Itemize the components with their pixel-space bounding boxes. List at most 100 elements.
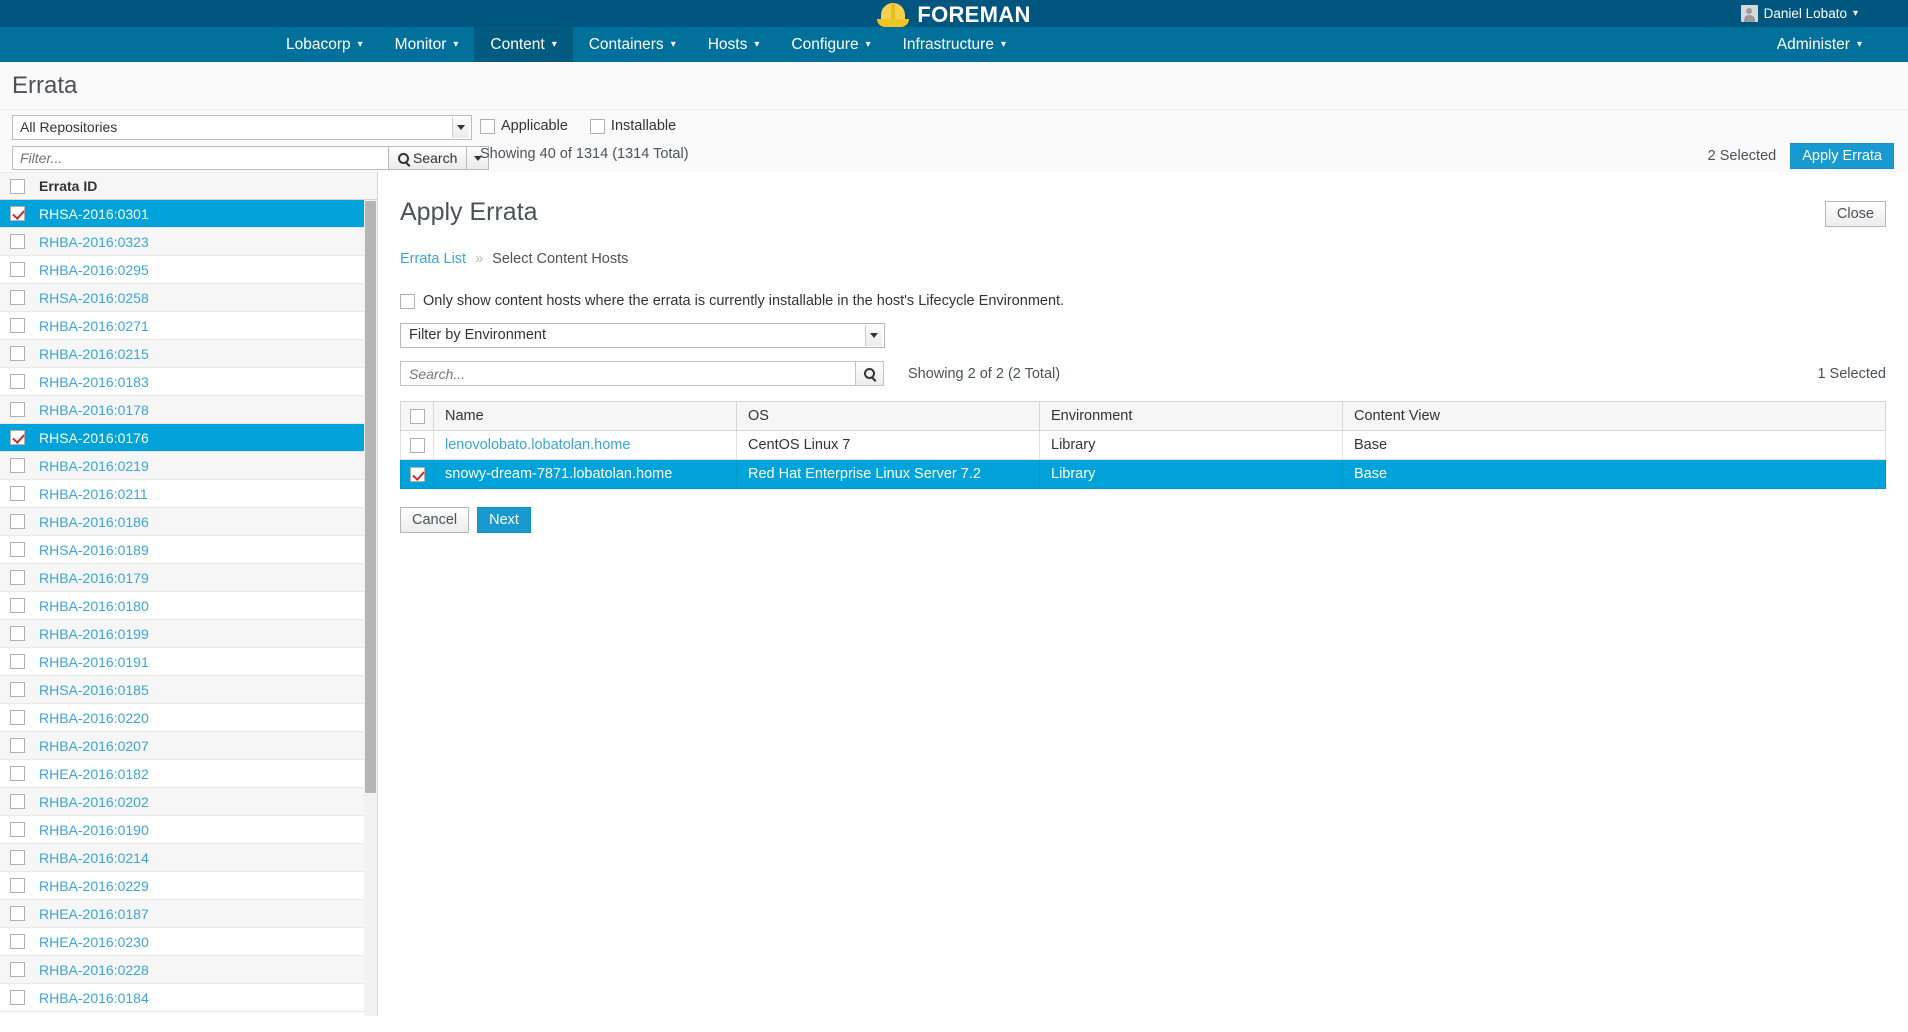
column-header-name[interactable]: Name (434, 402, 737, 431)
errata-item-checkbox[interactable] (10, 318, 25, 333)
errata-item-link[interactable]: RHBA-2016:0215 (39, 346, 149, 362)
errata-item-link[interactable]: RHEA-2016:0187 (39, 906, 149, 922)
repository-select[interactable]: All Repositories (12, 115, 472, 140)
hosts-select-all-checkbox[interactable] (410, 409, 425, 424)
errata-item-link[interactable]: RHBA-2016:0271 (39, 318, 149, 334)
apply-errata-button[interactable]: Apply Errata (1790, 143, 1894, 169)
errata-item-checkbox[interactable] (10, 486, 25, 501)
errata-list-item[interactable]: RHBA-2016:0228 (0, 956, 364, 984)
nav-item-hosts[interactable]: Hosts ▾ (692, 27, 776, 62)
errata-list-item[interactable]: RHSA-2016:0189 (0, 536, 364, 564)
breadcrumb-errata-list-link[interactable]: Errata List (400, 251, 466, 267)
nav-item-content[interactable]: Content ▾ (474, 27, 572, 62)
errata-list-item[interactable]: RHBA-2016:0178 (0, 396, 364, 424)
errata-item-checkbox[interactable] (10, 878, 25, 893)
errata-list-item[interactable]: RHBA-2016:0295 (0, 256, 364, 284)
nav-item-administer[interactable]: Administer ▾ (1761, 27, 1878, 62)
errata-list-item[interactable]: RHSA-2016:0301 (0, 200, 364, 228)
host-search-button[interactable] (855, 361, 884, 386)
errata-item-link[interactable]: RHBA-2016:0219 (39, 458, 149, 474)
host-row-checkbox[interactable] (410, 438, 425, 453)
errata-item-checkbox[interactable] (10, 850, 25, 865)
column-header-environment[interactable]: Environment (1040, 402, 1343, 431)
applicable-checkbox[interactable] (480, 119, 495, 134)
errata-list-item[interactable]: RHBA-2016:0271 (0, 312, 364, 340)
errata-item-link[interactable]: RHSA-2016:0258 (39, 290, 149, 306)
errata-item-link[interactable]: RHEA-2016:0230 (39, 934, 149, 950)
nav-item-containers[interactable]: Containers ▾ (573, 27, 692, 62)
errata-list-item[interactable]: RHBA-2016:0323 (0, 228, 364, 256)
errata-item-checkbox[interactable] (10, 458, 25, 473)
environment-select[interactable]: Filter by Environment (400, 323, 885, 348)
errata-item-checkbox[interactable] (10, 598, 25, 613)
errata-item-link[interactable]: RHBA-2016:0214 (39, 850, 149, 866)
errata-list-scrollbar-track[interactable] (364, 201, 377, 1016)
errata-item-link[interactable]: RHBA-2016:0229 (39, 878, 149, 894)
errata-item-checkbox[interactable] (10, 374, 25, 389)
errata-list-item[interactable]: RHBA-2016:0199 (0, 620, 364, 648)
errata-list-item[interactable]: RHBA-2016:0183 (0, 368, 364, 396)
errata-list-item[interactable]: RHBA-2016:0219 (0, 452, 364, 480)
errata-item-checkbox[interactable] (10, 290, 25, 305)
nav-item-lobacorp[interactable]: Lobacorp ▾ (270, 27, 379, 62)
errata-item-checkbox[interactable] (10, 514, 25, 529)
errata-item-link[interactable]: RHBA-2016:0323 (39, 234, 149, 250)
errata-item-checkbox[interactable] (10, 206, 25, 221)
errata-item-checkbox[interactable] (10, 738, 25, 753)
errata-list-item[interactable]: RHBA-2016:0215 (0, 340, 364, 368)
errata-item-checkbox[interactable] (10, 962, 25, 977)
brand-logo[interactable]: FOREMAN (877, 2, 1030, 28)
errata-item-checkbox[interactable] (10, 262, 25, 277)
errata-item-checkbox[interactable] (10, 626, 25, 641)
errata-item-link[interactable]: RHBA-2016:0179 (39, 570, 149, 586)
errata-item-checkbox[interactable] (10, 766, 25, 781)
errata-item-link[interactable]: RHSA-2016:0189 (39, 542, 149, 558)
errata-item-checkbox[interactable] (10, 906, 25, 921)
errata-item-link[interactable]: RHBA-2016:0202 (39, 794, 149, 810)
errata-list-item[interactable]: RHSA-2016:0185 (0, 676, 364, 704)
nav-item-monitor[interactable]: Monitor ▾ (379, 27, 475, 62)
errata-list-item[interactable]: RHEA-2016:0230 (0, 928, 364, 956)
errata-select-all-checkbox[interactable] (10, 179, 25, 194)
column-header-os[interactable]: OS (737, 402, 1040, 431)
errata-item-link[interactable]: RHBA-2016:0199 (39, 626, 149, 642)
filter-input[interactable] (12, 146, 388, 170)
errata-item-checkbox[interactable] (10, 402, 25, 417)
errata-item-checkbox[interactable] (10, 710, 25, 725)
errata-item-link[interactable]: RHBA-2016:0180 (39, 598, 149, 614)
close-button[interactable]: Close (1825, 201, 1886, 227)
errata-item-link[interactable]: RHBA-2016:0191 (39, 654, 149, 670)
installable-checkbox-label[interactable]: Installable (590, 118, 676, 134)
errata-item-checkbox[interactable] (10, 934, 25, 949)
errata-list-item[interactable]: RHSA-2016:0258 (0, 284, 364, 312)
nav-item-infrastructure[interactable]: Infrastructure ▾ (887, 27, 1022, 62)
errata-list-item[interactable]: RHBA-2016:0211 (0, 480, 364, 508)
errata-item-checkbox[interactable] (10, 346, 25, 361)
errata-item-checkbox[interactable] (10, 234, 25, 249)
user-menu[interactable]: Daniel Lobato ▾ (1741, 0, 1858, 27)
host-row-checkbox[interactable] (410, 467, 425, 482)
errata-item-link[interactable]: RHBA-2016:0178 (39, 402, 149, 418)
host-name-link[interactable]: snowy-dream-7871.lobatolan.home (445, 466, 672, 482)
errata-list-scrollbar-thumb[interactable] (365, 201, 376, 793)
errata-item-link[interactable]: RHBA-2016:0207 (39, 738, 149, 754)
errata-item-link[interactable]: RHBA-2016:0211 (39, 486, 148, 502)
errata-item-link[interactable]: RHBA-2016:0184 (39, 990, 149, 1006)
table-row[interactable]: snowy-dream-7871.lobatolan.homeRed Hat E… (401, 460, 1886, 489)
table-row[interactable]: lenovolobato.lobatolan.homeCentOS Linux … (401, 431, 1886, 460)
errata-item-checkbox[interactable] (10, 822, 25, 837)
host-name-link[interactable]: lenovolobato.lobatolan.home (445, 437, 630, 453)
errata-item-link[interactable]: RHBA-2016:0186 (39, 514, 149, 530)
errata-list-item[interactable]: RHEA-2016:0187 (0, 900, 364, 928)
errata-item-checkbox[interactable] (10, 794, 25, 809)
cancel-button[interactable]: Cancel (400, 507, 469, 533)
errata-item-checkbox[interactable] (10, 654, 25, 669)
host-search-input[interactable] (400, 361, 855, 386)
errata-list-item[interactable]: RHBA-2016:0214 (0, 844, 364, 872)
only-show-installable-checkbox[interactable] (400, 294, 415, 309)
errata-item-link[interactable]: RHSA-2016:0176 (39, 430, 149, 446)
errata-list-item[interactable]: RHBA-2016:0184 (0, 984, 364, 1012)
errata-item-checkbox[interactable] (10, 430, 25, 445)
errata-list-item[interactable]: RHBA-2016:0179 (0, 564, 364, 592)
errata-list-item[interactable]: RHBA-2016:0190 (0, 816, 364, 844)
